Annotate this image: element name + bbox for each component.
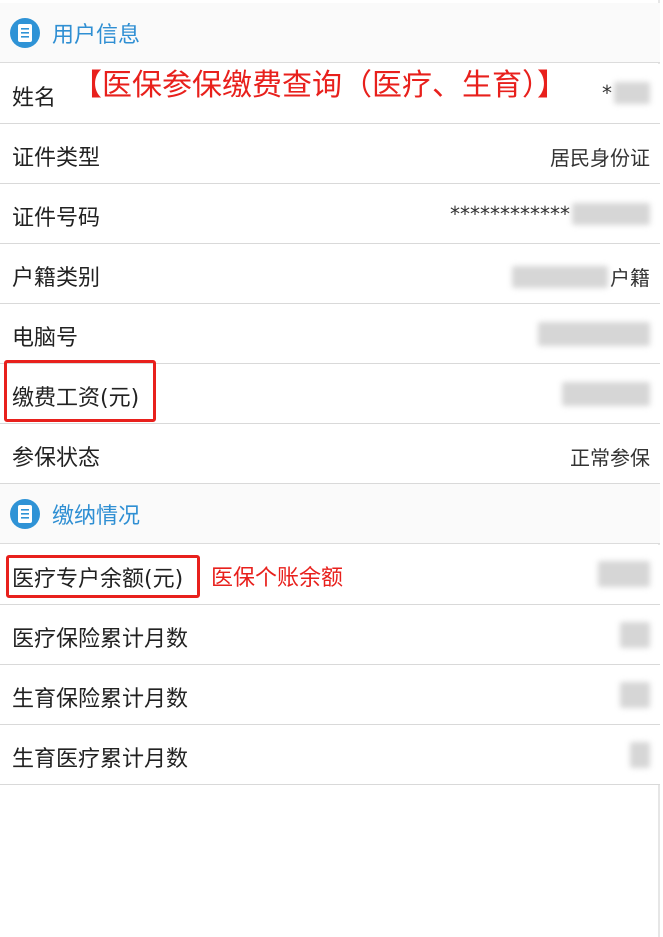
row-label-insurance-status: 参保状态 (12, 446, 101, 471)
row-value-id-number: ************ (450, 202, 650, 226)
masked-value (620, 682, 650, 708)
masked-value (620, 622, 650, 648)
masked-value (614, 82, 650, 104)
masked-value (512, 265, 608, 288)
annotation-balance-note: 医保个账余额 (211, 566, 344, 591)
row-value-maternity-insurance-months (620, 682, 650, 708)
row-value-medical-insurance-months (620, 622, 650, 648)
row-maternity-insurance-months: 生育保险累计月数 (0, 665, 660, 725)
row-insurance-status: 参保状态 正常参保 (0, 424, 660, 484)
row-label-computer-number: 电脑号 (12, 326, 79, 351)
row-value-computer-number (538, 322, 650, 346)
masked-value (598, 561, 650, 587)
row-label-medical-insurance-months: 医疗保险累计月数 (12, 627, 189, 652)
screenshot-frame: 用户信息 姓名 * 【医保参保缴费查询（医疗、生育）】 证件类型 居民身份证 证… (0, 0, 660, 937)
row-label-id-number: 证件号码 (12, 206, 101, 231)
masked-value (538, 322, 650, 346)
row-household-type: 户籍类别 户籍 (0, 244, 660, 304)
row-value-insurance-status: 正常参保 (570, 446, 650, 470)
row-medical-insurance-months: 医疗保险累计月数 (0, 605, 660, 665)
row-value-contribution-wage (562, 382, 650, 406)
row-value-name: * (602, 81, 650, 105)
highlight-box-balance (6, 555, 200, 598)
row-label-household-type: 户籍类别 (12, 266, 101, 291)
id-number-text: ************ (450, 202, 570, 226)
household-value-text: 户籍 (610, 266, 650, 290)
row-id-type: 证件类型 居民身份证 (0, 124, 660, 184)
row-value-id-type: 居民身份证 (550, 146, 650, 170)
document-icon (10, 17, 40, 48)
masked-value (630, 742, 650, 768)
section-header-payment: 缴纳情况 (0, 484, 660, 544)
row-value-maternity-medical-months (630, 742, 650, 768)
row-label-maternity-medical-months: 生育医疗累计月数 (12, 747, 189, 772)
document-icon (10, 498, 40, 529)
annotation-title: 【医保参保缴费查询（医疗、生育）】 (72, 68, 567, 103)
row-label-name: 姓名 (12, 86, 57, 111)
row-maternity-medical-months: 生育医疗累计月数 (0, 725, 660, 785)
row-value-household-type: 户籍 (512, 262, 650, 291)
name-value-text: * (602, 81, 612, 105)
row-label-maternity-insurance-months: 生育保险累计月数 (12, 687, 189, 712)
masked-value (562, 382, 650, 406)
row-label-id-type: 证件类型 (12, 146, 101, 171)
row-computer-number: 电脑号 (0, 304, 660, 364)
section-title: 用户信息 (52, 22, 141, 48)
highlight-box-wage (4, 360, 156, 422)
row-value-medical-account-balance (598, 561, 650, 587)
section-title: 缴纳情况 (52, 503, 141, 529)
row-id-number: 证件号码 ************ (0, 184, 660, 244)
masked-value (572, 203, 650, 225)
section-header-user-info: 用户信息 (0, 3, 660, 63)
